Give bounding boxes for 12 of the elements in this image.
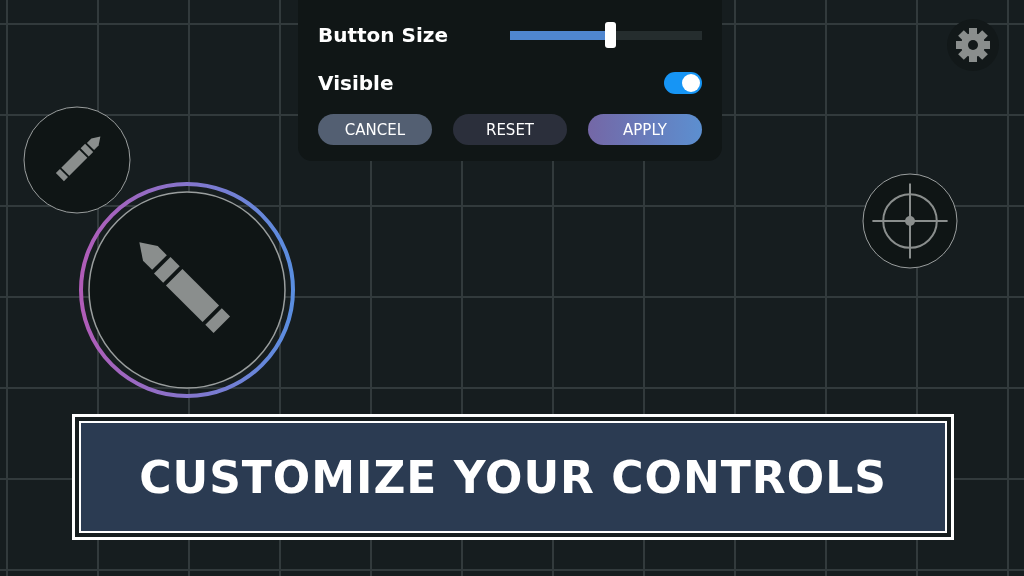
primary-button[interactable]: APPLY xyxy=(588,114,702,145)
secondary-button[interactable]: CANCEL xyxy=(318,114,432,145)
banner-title: CUSTOMIZE YOUR CONTROLS xyxy=(139,451,887,503)
slider-thumb[interactable] xyxy=(604,22,616,48)
visible-toggle[interactable] xyxy=(664,72,702,94)
settings-button[interactable] xyxy=(947,19,999,71)
toggle-label: Visible xyxy=(318,71,394,95)
slider-label: Button Size xyxy=(318,23,448,47)
settings-icon xyxy=(955,27,991,63)
crosshair-icon xyxy=(871,182,949,260)
neutral-button[interactable]: RESET xyxy=(453,114,567,145)
size-slider[interactable] xyxy=(510,22,702,48)
